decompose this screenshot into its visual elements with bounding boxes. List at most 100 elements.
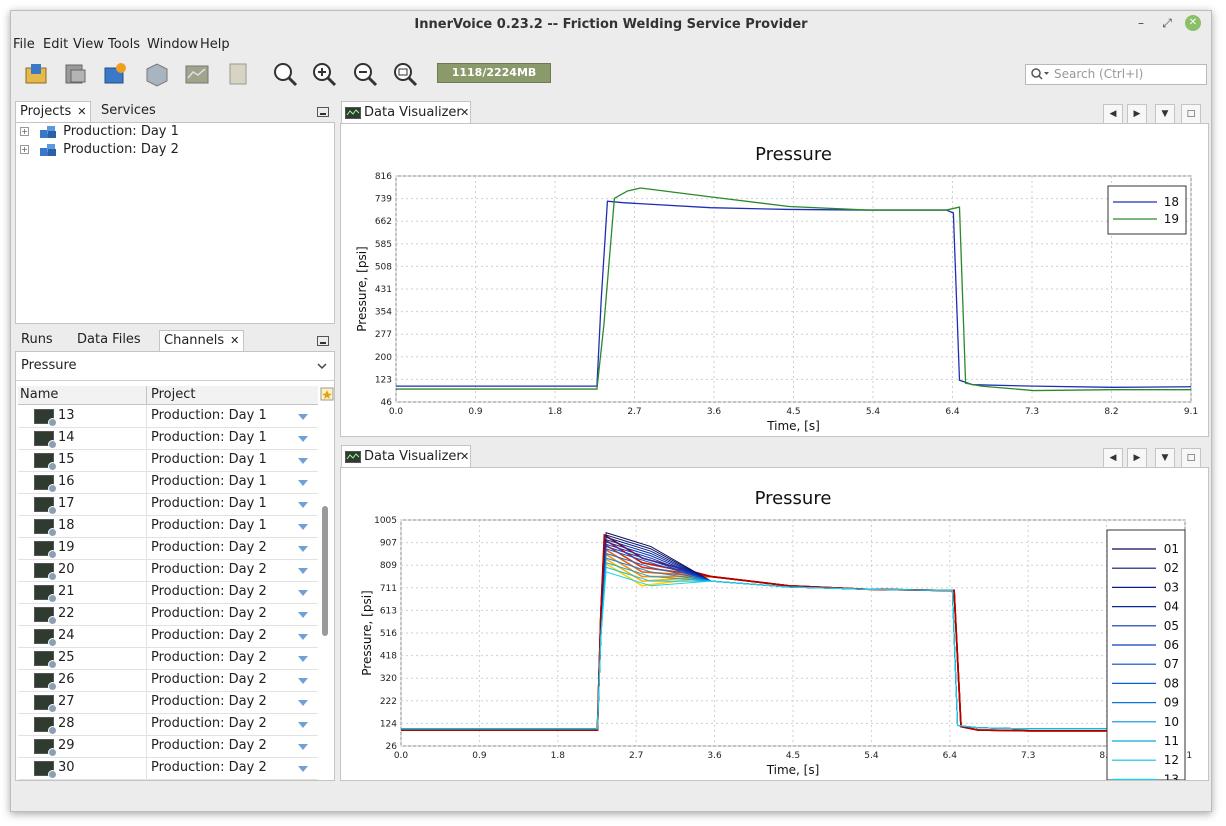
project-dropdown-icon[interactable] (298, 722, 308, 728)
project-dropdown-icon[interactable] (298, 634, 308, 640)
minimize-panel-icon[interactable] (317, 336, 329, 346)
close-icon[interactable]: ✕ (1185, 15, 1201, 31)
project-dropdown-icon[interactable] (298, 766, 308, 772)
project-dropdown-icon[interactable] (298, 414, 308, 420)
document-list-icon[interactable]: ▼ (1155, 448, 1175, 468)
tab-data-files[interactable]: Data Files (73, 330, 145, 350)
cube-icon[interactable] (143, 60, 171, 88)
menu-help[interactable]: Help (200, 37, 230, 52)
table-row[interactable]: 13 Production: Day 1 (18, 405, 318, 428)
pressure-chart-1[interactable]: Pressure 0.0 0.9 1.8 2.7 3.6 4.5 5.4 6.4 7.3 8.2 9.… (341, 124, 1208, 436)
scroll-left-icon[interactable]: ◀ (1103, 104, 1123, 124)
col-name[interactable]: Name (20, 386, 58, 404)
close-tab-icon[interactable]: ✕ (460, 102, 469, 124)
project-dropdown-icon[interactable] (298, 744, 308, 750)
table-row[interactable]: 24 Production: Day 2 (18, 625, 318, 648)
database-icon[interactable] (61, 60, 89, 88)
table-row[interactable]: 17 Production: Day 1 (18, 493, 318, 516)
project-dropdown-icon[interactable] (298, 458, 308, 464)
scroll-left-icon[interactable]: ◀ (1103, 448, 1123, 468)
project-dropdown-icon[interactable] (298, 546, 308, 552)
minimize-panel-icon[interactable] (317, 107, 329, 117)
scroll-right-icon[interactable]: ▶ (1127, 448, 1147, 468)
table-row[interactable]: 29 Production: Day 2 (18, 735, 318, 758)
column-config-icon[interactable] (320, 386, 334, 402)
project-dropdown-icon[interactable] (298, 678, 308, 684)
chart-title: Pressure (755, 144, 832, 165)
tab-channels[interactable]: Channels ✕ (159, 330, 245, 351)
channel-name: 29 (58, 738, 75, 753)
table-row[interactable]: 28 Production: Day 2 (18, 713, 318, 736)
channel-select[interactable]: Pressure (16, 352, 334, 381)
table-row[interactable]: 27 Production: Day 2 (18, 691, 318, 714)
table-row[interactable]: 25 Production: Day 2 (18, 647, 318, 670)
expand-icon[interactable]: + (20, 127, 29, 136)
channel-icon (34, 497, 57, 515)
table-row[interactable]: 22 Production: Day 2 (18, 603, 318, 626)
tab-projects[interactable]: Projects ✕ (15, 101, 92, 122)
maximize-icon[interactable]: ⤢ (1159, 15, 1175, 31)
channel-icon (34, 695, 57, 713)
zoom-fit-icon[interactable] (391, 60, 419, 88)
menu-edit[interactable]: Edit (43, 37, 68, 52)
chevron-down-icon[interactable] (316, 360, 328, 372)
project-dropdown-icon[interactable] (298, 590, 308, 596)
tab-services[interactable]: Services (97, 101, 160, 121)
project-dropdown-icon[interactable] (298, 436, 308, 442)
x-tick-label: 8.2 (1104, 407, 1118, 417)
chart-icon[interactable] (183, 60, 211, 88)
y-tick-label: 200 (375, 353, 392, 363)
project-dropdown-icon[interactable] (298, 700, 308, 706)
viz-tab-2[interactable]: Data Visualizer ✕ (341, 445, 471, 468)
zoom-icon[interactable] (271, 60, 299, 88)
maximize-window-icon[interactable]: □ (1181, 104, 1201, 124)
open-project-icon[interactable] (23, 60, 51, 88)
table-row[interactable]: 20 Production: Day 2 (18, 559, 318, 582)
zoom-in-icon[interactable] (310, 60, 338, 88)
tab-runs[interactable]: Runs (17, 330, 57, 350)
project-dropdown-icon[interactable] (298, 480, 308, 486)
maximize-window-icon[interactable]: □ (1181, 448, 1201, 468)
legend-label: 03 (1164, 580, 1179, 594)
project-dropdown-icon[interactable] (298, 502, 308, 508)
zoom-out-icon[interactable] (351, 60, 379, 88)
tree-item-day2[interactable]: + Production: Day 2 (20, 141, 179, 159)
menu-file[interactable]: File (13, 37, 35, 52)
table-row[interactable]: 21 Production: Day 2 (18, 581, 318, 604)
table-row[interactable]: 26 Production: Day 2 (18, 669, 318, 692)
x-axis-label: Time, [s] (766, 419, 820, 433)
document-list-icon[interactable]: ▼ (1155, 104, 1175, 124)
scroll-right-icon[interactable]: ▶ (1127, 104, 1147, 124)
viz-tab-1[interactable]: Data Visualizer ✕ (341, 101, 471, 124)
new-run-icon[interactable] (101, 60, 129, 88)
channel-icon (34, 563, 57, 581)
document-icon[interactable] (224, 60, 252, 88)
close-tab-icon[interactable]: ✕ (460, 446, 469, 468)
table-row[interactable]: 19 Production: Day 2 (18, 537, 318, 560)
table-row[interactable]: 14 Production: Day 1 (18, 427, 318, 450)
close-tab-icon[interactable]: ✕ (230, 334, 239, 347)
pressure-chart-2[interactable]: Pressure0.00.91.82.73.64.55.46.47.38.29.… (341, 468, 1208, 786)
menu-view[interactable]: View (73, 37, 104, 52)
y-axis-label: Pressure, [psi] (355, 246, 369, 331)
project-dropdown-icon[interactable] (298, 612, 308, 618)
channel-select-value: Pressure (21, 358, 77, 373)
project-dropdown-icon[interactable] (298, 524, 308, 530)
tree-item-day1[interactable]: + Production: Day 1 (20, 123, 179, 141)
project-dropdown-icon[interactable] (298, 656, 308, 662)
table-row[interactable]: 16 Production: Day 1 (18, 471, 318, 494)
table-row[interactable]: 15 Production: Day 1 (18, 449, 318, 472)
col-project[interactable]: Project (151, 386, 195, 404)
expand-icon[interactable]: + (20, 145, 29, 154)
table-row[interactable]: 18 Production: Day 1 (18, 515, 318, 538)
minimize-icon[interactable]: – (1133, 15, 1149, 31)
memory-indicator[interactable]: 1118/2224MB (437, 63, 551, 83)
close-tab-icon[interactable]: ✕ (77, 105, 86, 118)
search-input[interactable]: Search (Ctrl+I) (1025, 64, 1207, 85)
y-tick-label: 508 (375, 262, 392, 272)
table-row[interactable]: 30 Production: Day 2 (18, 757, 318, 780)
menu-window[interactable]: Window (147, 37, 198, 52)
project-dropdown-icon[interactable] (298, 568, 308, 574)
menu-tools[interactable]: Tools (108, 37, 140, 52)
scrollbar-thumb[interactable] (322, 506, 328, 636)
